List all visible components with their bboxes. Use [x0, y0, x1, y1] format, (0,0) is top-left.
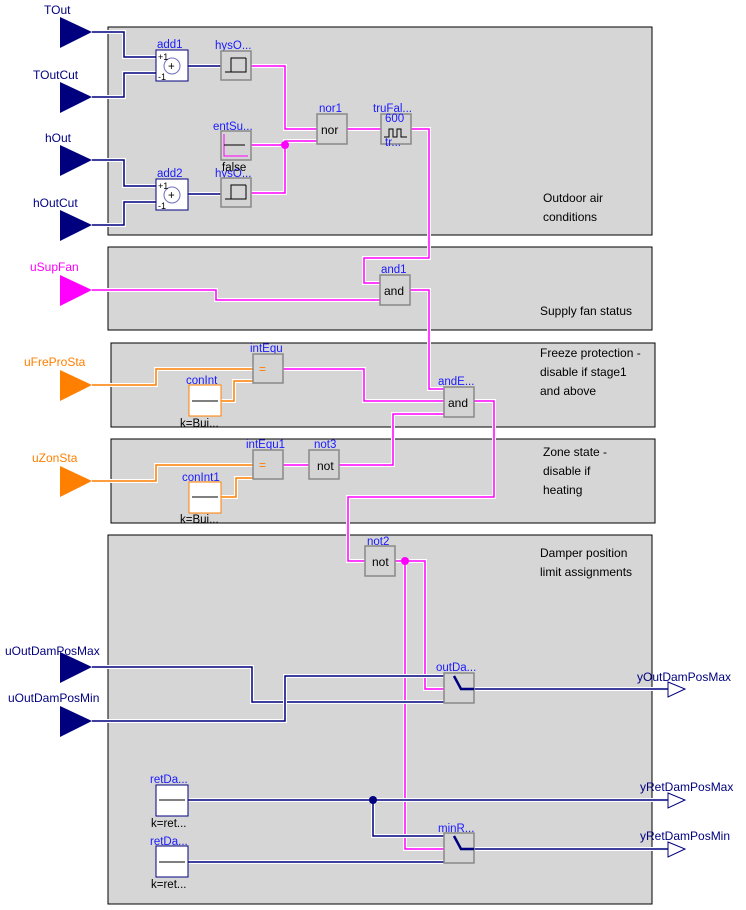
- output-yRetDamPosMax[interactable]: [667, 792, 687, 809]
- intEqu-label: intEqu: [250, 343, 283, 355]
- conInt1-param: k=Bui...: [180, 514, 219, 526]
- input-uZonSta-label: uZonSta: [32, 451, 78, 465]
- intEqu-body: [252, 353, 284, 384]
- note-freeze-3: and above: [540, 384, 596, 398]
- nor1-label: nor1: [319, 103, 342, 115]
- not3-text: not: [317, 459, 334, 473]
- hys1-block[interactable]: hysO...: [215, 40, 252, 81]
- note-zone-2: disable if: [543, 464, 591, 478]
- retDa2-param: k=ret...: [151, 879, 186, 891]
- retDa2-block[interactable]: retDa... k=ret...: [150, 836, 189, 891]
- retDa1-label: retDa...: [150, 774, 188, 786]
- junction-dot: [281, 141, 289, 149]
- output-yRetDamPosMax-label: yRetDamPosMax: [640, 780, 733, 794]
- input-uSupFan-label: uSupFan: [30, 260, 79, 274]
- and1-block[interactable]: and1 and: [379, 264, 411, 306]
- add2-symbol: +: [168, 190, 175, 202]
- add1-gain2: -1: [158, 72, 166, 82]
- note-zone-3: heating: [543, 483, 582, 497]
- note-supply-fan: Supply fan status: [540, 304, 632, 318]
- truFal-param: tr...: [385, 137, 401, 149]
- intEqu1-label: intEqu1: [246, 439, 285, 451]
- inputs: TOut TOutCut hOut hOutCut uSupFan uFrePr…: [5, 3, 100, 737]
- add1-symbol: +: [168, 61, 175, 73]
- nor1-text: nor: [321, 123, 338, 137]
- equal-icon: =: [259, 458, 266, 472]
- input-hOutCut-label: hOutCut: [33, 196, 78, 210]
- junction-dot: [369, 796, 377, 804]
- retDa1-param: k=ret...: [151, 818, 186, 830]
- input-TOut-label: TOut: [44, 3, 71, 17]
- note-zone-1: Zone state -: [543, 445, 607, 459]
- output-yRetDamPosMin[interactable]: [667, 841, 687, 858]
- input-TOut[interactable]: [60, 17, 92, 48]
- input-hOut-label: hOut: [45, 131, 72, 145]
- equal-icon: =: [259, 362, 266, 376]
- input-uOutDamPosMin-label: uOutDamPosMin: [8, 691, 99, 705]
- conInt-param: k=Bui...: [180, 418, 219, 430]
- input-uZonSta[interactable]: [60, 466, 92, 497]
- input-uOutDamPosMax-label: uOutDamPosMax: [5, 644, 100, 658]
- input-hOut[interactable]: [60, 145, 92, 176]
- entSu-param: false: [222, 162, 246, 174]
- note-outdoor-2: conditions: [543, 210, 597, 224]
- andE-text: and: [448, 396, 468, 410]
- add1-gain1: +1: [158, 52, 168, 62]
- note-freeze-2: disable if stage1: [540, 365, 627, 379]
- intEqu1-body: [252, 449, 284, 480]
- andE-block[interactable]: andE... and: [438, 376, 475, 418]
- input-uOutDamPosMin[interactable]: [60, 706, 92, 737]
- input-uSupFan[interactable]: [60, 275, 92, 306]
- input-TOutCut-label: TOutCut: [33, 68, 79, 82]
- add2-gain1: +1: [158, 181, 168, 191]
- note-damper-2: limit assignments: [540, 565, 632, 579]
- not3-block[interactable]: not3 not: [308, 439, 340, 480]
- junction-dot: [401, 557, 409, 565]
- outDa-label: outDa...: [436, 662, 476, 674]
- andE-label: andE...: [438, 376, 474, 388]
- input-uFreProSta[interactable]: [60, 370, 92, 401]
- retDa1-block[interactable]: retDa... k=ret...: [150, 774, 189, 830]
- not2-text: not: [372, 555, 389, 569]
- input-TOutCut[interactable]: [60, 82, 92, 113]
- input-uFreProSta-label: uFreProSta: [24, 355, 86, 369]
- add1-label: add1: [157, 39, 183, 51]
- intEqu-block[interactable]: intEqu =: [250, 343, 284, 384]
- and1-text: and: [384, 284, 404, 298]
- output-yRetDamPosMin-label: yRetDamPosMin: [640, 829, 730, 843]
- truFal-delay: 600: [385, 113, 404, 125]
- add2-gain2: -1: [158, 201, 166, 211]
- output-yOutDamPosMax[interactable]: [667, 681, 687, 698]
- input-hOutCut[interactable]: [60, 210, 92, 241]
- add2-label: add2: [157, 168, 183, 180]
- not3-label: not3: [314, 439, 336, 451]
- and1-label: and1: [381, 264, 407, 276]
- note-outdoor-1: Outdoor air: [543, 191, 603, 205]
- block-diagram: Outdoor air conditions Supply fan status…: [5, 3, 733, 905]
- hys1-label: hysO...: [215, 40, 251, 52]
- note-damper-1: Damper position: [540, 546, 627, 560]
- note-freeze-1: Freeze protection -: [540, 346, 641, 360]
- output-yOutDamPosMax-label: yOutDamPosMax: [637, 670, 731, 684]
- minR-block[interactable]: minR...: [438, 823, 475, 864]
